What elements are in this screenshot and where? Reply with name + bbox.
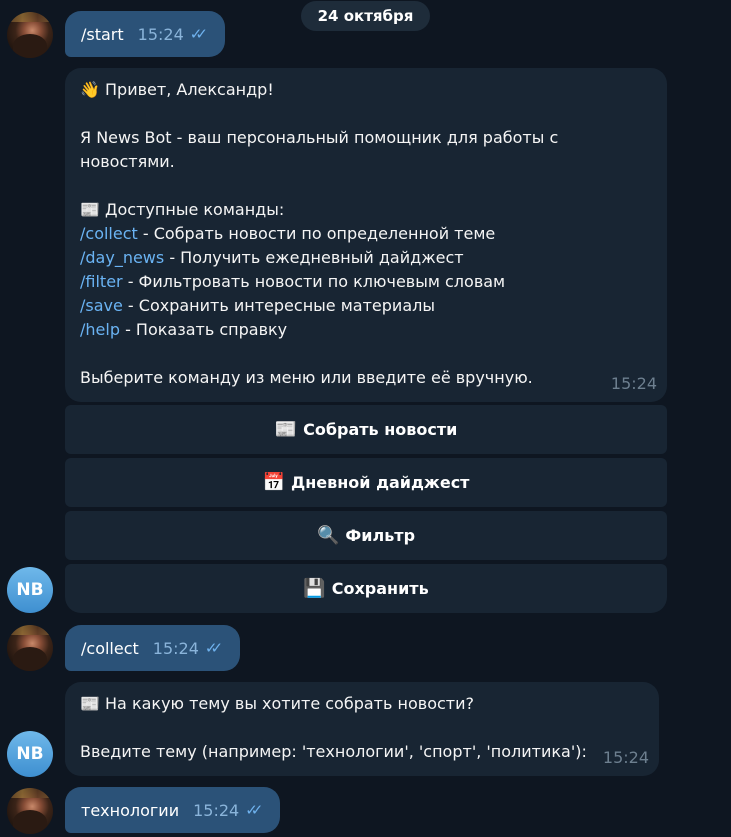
newspaper-emoji-icon: 📰 <box>80 200 100 219</box>
command-link-day-news[interactable]: /day_news <box>80 248 164 267</box>
read-checks-icon: ✓✓ <box>189 25 208 43</box>
button-label: Фильтр <box>345 526 416 545</box>
message-text: /start <box>81 24 124 44</box>
bot-avatar[interactable]: NB <box>7 567 53 613</box>
read-checks-icon: ✓✓ <box>204 639 223 657</box>
command-line: /day_news - Получить ежедневный дайджест <box>80 246 651 270</box>
commands-title: Доступные команды: <box>105 200 285 219</box>
command-link-help[interactable]: /help <box>80 320 120 339</box>
command-desc: - Показать справку <box>119 320 288 339</box>
command-link-save[interactable]: /save <box>80 296 123 315</box>
message-time: 15:24 <box>137 24 184 44</box>
bot-avatar[interactable]: NB <box>7 731 53 777</box>
user-avatar[interactable] <box>7 625 53 671</box>
calendar-icon: 📅 <box>262 472 285 493</box>
message-text: /collect <box>81 638 139 658</box>
question-text: На какую тему вы хотите собрать новости? <box>105 694 474 713</box>
keyboard-button-save[interactable]: 💾 Сохранить <box>65 564 667 613</box>
date-label: 24 октября <box>317 7 414 25</box>
user-avatar[interactable] <box>7 12 53 58</box>
command-desc: - Сохранить интересные материалы <box>122 296 435 315</box>
user-avatar[interactable] <box>7 788 53 834</box>
command-line: /collect - Собрать новости по определенн… <box>80 222 651 246</box>
outro-text: Выберите команду из меню или введите её … <box>80 368 533 387</box>
newspaper-icon: 📰 <box>274 419 298 440</box>
date-separator: 24 октября <box>301 1 430 31</box>
keyboard-button-digest[interactable]: 📅 Дневной дайджест <box>65 458 667 507</box>
bot-avatar-initials: NB <box>16 744 44 764</box>
button-label: Собрать новости <box>303 420 458 439</box>
keyboard-button-collect[interactable]: 📰 Собрать новости <box>65 405 667 454</box>
message-time: 15:24 <box>193 800 240 820</box>
button-label: Сохранить <box>331 579 429 598</box>
command-link-collect[interactable]: /collect <box>80 224 138 243</box>
outgoing-message-collect[interactable]: /collect 15:24 ✓✓ <box>65 625 241 671</box>
newspaper-emoji-icon: 📰 <box>80 694 100 713</box>
command-line: /help - Показать справку <box>80 318 651 342</box>
message-time: 15:24 <box>602 748 649 767</box>
wave-emoji-icon: 👋 <box>80 80 100 99</box>
floppy-disk-icon: 💾 <box>303 578 326 599</box>
command-line: /filter - Фильтровать новости по ключевы… <box>80 270 651 294</box>
message-text: технологии <box>81 800 180 820</box>
command-desc: - Собрать новости по определенной теме <box>137 224 496 243</box>
bot-avatar-initials: NB <box>16 580 44 600</box>
read-checks-icon: ✓✓ <box>245 801 263 819</box>
hint-text: Введите тему (например: 'технологии', 'с… <box>80 742 587 761</box>
outgoing-message-topic[interactable]: технологии 15:24 ✓✓ <box>65 787 281 833</box>
command-link-filter[interactable]: /filter <box>80 272 123 291</box>
incoming-message-topic-prompt[interactable]: 📰 На какую тему вы хотите собрать новост… <box>65 682 659 776</box>
message-time: 15:24 <box>610 374 657 393</box>
incoming-message-welcome[interactable]: 👋 Привет, Александр! Я News Bot - ваш пе… <box>65 68 667 402</box>
keyboard-button-filter[interactable]: 🔍 Фильтр <box>65 511 667 560</box>
command-desc: - Фильтровать новости по ключевым словам <box>122 272 506 291</box>
intro-text: Я News Bot - ваш персональный помощник д… <box>80 128 559 171</box>
command-line: /save - Сохранить интересные материалы <box>80 294 651 318</box>
magnifier-icon: 🔍 <box>316 525 340 546</box>
message-time: 15:24 <box>152 638 199 658</box>
button-label: Дневной дайджест <box>290 473 470 492</box>
greeting-text: Привет, Александр! <box>105 80 274 99</box>
command-desc: - Получить ежедневный дайджест <box>164 248 464 267</box>
outgoing-message-start[interactable]: /start 15:24 ✓✓ <box>65 11 225 57</box>
